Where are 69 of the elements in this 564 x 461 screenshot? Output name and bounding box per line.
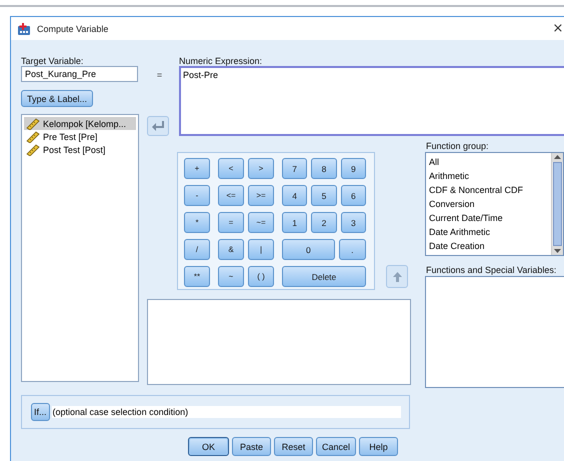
dialog-button[interactable]: Help <box>359 437 398 456</box>
ruler-pencil-icon <box>26 118 40 130</box>
calculator-key[interactable]: + <box>184 158 210 179</box>
window-title: Compute Variable <box>37 24 108 34</box>
calculator-key[interactable]: 9 <box>340 158 366 179</box>
variable-item[interactable]: Kelompok [Kelomp... <box>24 117 136 130</box>
calculator-key[interactable]: . <box>338 239 366 260</box>
calculator-key[interactable]: 7 <box>282 158 308 179</box>
calculator-key[interactable]: / <box>184 239 210 260</box>
if-condition-text: (optional case selection condition) <box>52 406 401 418</box>
target-variable-label: Target Variable: <box>21 56 84 66</box>
calculator-key[interactable]: 6 <box>340 185 366 206</box>
if-button[interactable]: If... <box>31 403 50 421</box>
dialog-button[interactable]: Reset <box>274 437 313 456</box>
equals-sign: = <box>156 70 162 80</box>
function-group-item[interactable]: Arithmetic <box>429 169 549 183</box>
dialog-button[interactable]: OK <box>188 437 229 456</box>
calculator-key[interactable]: ~ <box>218 266 244 287</box>
calculator-key[interactable]: & <box>218 239 244 260</box>
function-group-item[interactable]: Conversion <box>429 197 549 211</box>
numeric-expression-field[interactable]: Post-Pre <box>179 66 564 136</box>
calculator-key[interactable]: < <box>218 158 244 179</box>
calculator-key[interactable]: - <box>184 185 210 206</box>
calculator-key[interactable]: 4 <box>282 185 308 206</box>
calculator-key[interactable]: <= <box>218 185 244 206</box>
scroll-down-icon[interactable] <box>552 246 563 255</box>
calculator-key[interactable]: ~= <box>248 212 274 233</box>
dialog-button[interactable]: Paste <box>232 437 271 456</box>
return-arrow-icon <box>152 121 164 131</box>
functions-list[interactable] <box>425 276 564 388</box>
target-variable-field[interactable]: Post_Kurang_Pre <box>21 66 138 82</box>
scroll-up-icon[interactable] <box>552 153 563 162</box>
calculator-key[interactable]: 8 <box>311 158 337 179</box>
ruler-pencil-icon <box>26 130 40 142</box>
type-label-button[interactable]: Type & Label... <box>21 90 94 107</box>
move-variable-button[interactable] <box>147 116 169 136</box>
functions-label: Functions and Special Variables: <box>426 265 558 275</box>
calculator-key[interactable]: 1 <box>282 212 308 233</box>
up-arrow-icon <box>392 272 402 282</box>
calculator-key[interactable]: = <box>218 212 244 233</box>
calculator-key[interactable]: 5 <box>311 185 337 206</box>
calculator-key[interactable]: >= <box>248 185 274 206</box>
function-group-item[interactable]: Current Date/Time <box>429 211 549 225</box>
calculator-key[interactable]: | <box>248 239 274 260</box>
close-button[interactable]: × <box>552 21 564 36</box>
scrollbar[interactable] <box>551 153 563 255</box>
dialog-button[interactable]: Cancel <box>316 437 356 456</box>
ruler-pencil-icon <box>26 144 40 156</box>
calculator-key[interactable]: 2 <box>311 212 337 233</box>
function-group-item[interactable]: All <box>429 155 549 169</box>
function-group-item[interactable]: Date Creation <box>429 239 549 253</box>
calculator-key[interactable]: ** <box>184 266 210 287</box>
function-group-label: Function group: <box>426 141 490 152</box>
function-group-item[interactable]: Date Arithmetic <box>429 225 549 239</box>
numeric-expression-label: Numeric Expression: <box>179 56 264 66</box>
variable-list[interactable]: Kelompok [Kelomp... Pre Test [Pre] Post Test [Post] <box>21 114 139 382</box>
calculator-key[interactable]: 0 <box>282 239 335 260</box>
move-up-button[interactable] <box>386 265 408 288</box>
scroll-thumb[interactable] <box>553 162 562 246</box>
variable-item[interactable]: Post Test [Post] <box>24 143 136 156</box>
function-group-item[interactable]: CDF & Noncentral CDF <box>429 183 549 197</box>
calculator-key[interactable]: * <box>184 212 210 233</box>
function-group-list[interactable]: All Arithmetic CDF & Noncentral CDF Conversion Current Date/Time Date Arithmetic Date Creation <box>425 152 564 256</box>
calculator-key[interactable]: ( ) <box>248 266 274 287</box>
calculator-key[interactable]: 3 <box>340 212 366 233</box>
calculator-key[interactable]: Delete <box>282 266 366 287</box>
calculator-icon <box>17 22 31 36</box>
calculator-key[interactable]: > <box>248 158 274 179</box>
variable-item[interactable]: Pre Test [Pre] <box>24 130 136 143</box>
